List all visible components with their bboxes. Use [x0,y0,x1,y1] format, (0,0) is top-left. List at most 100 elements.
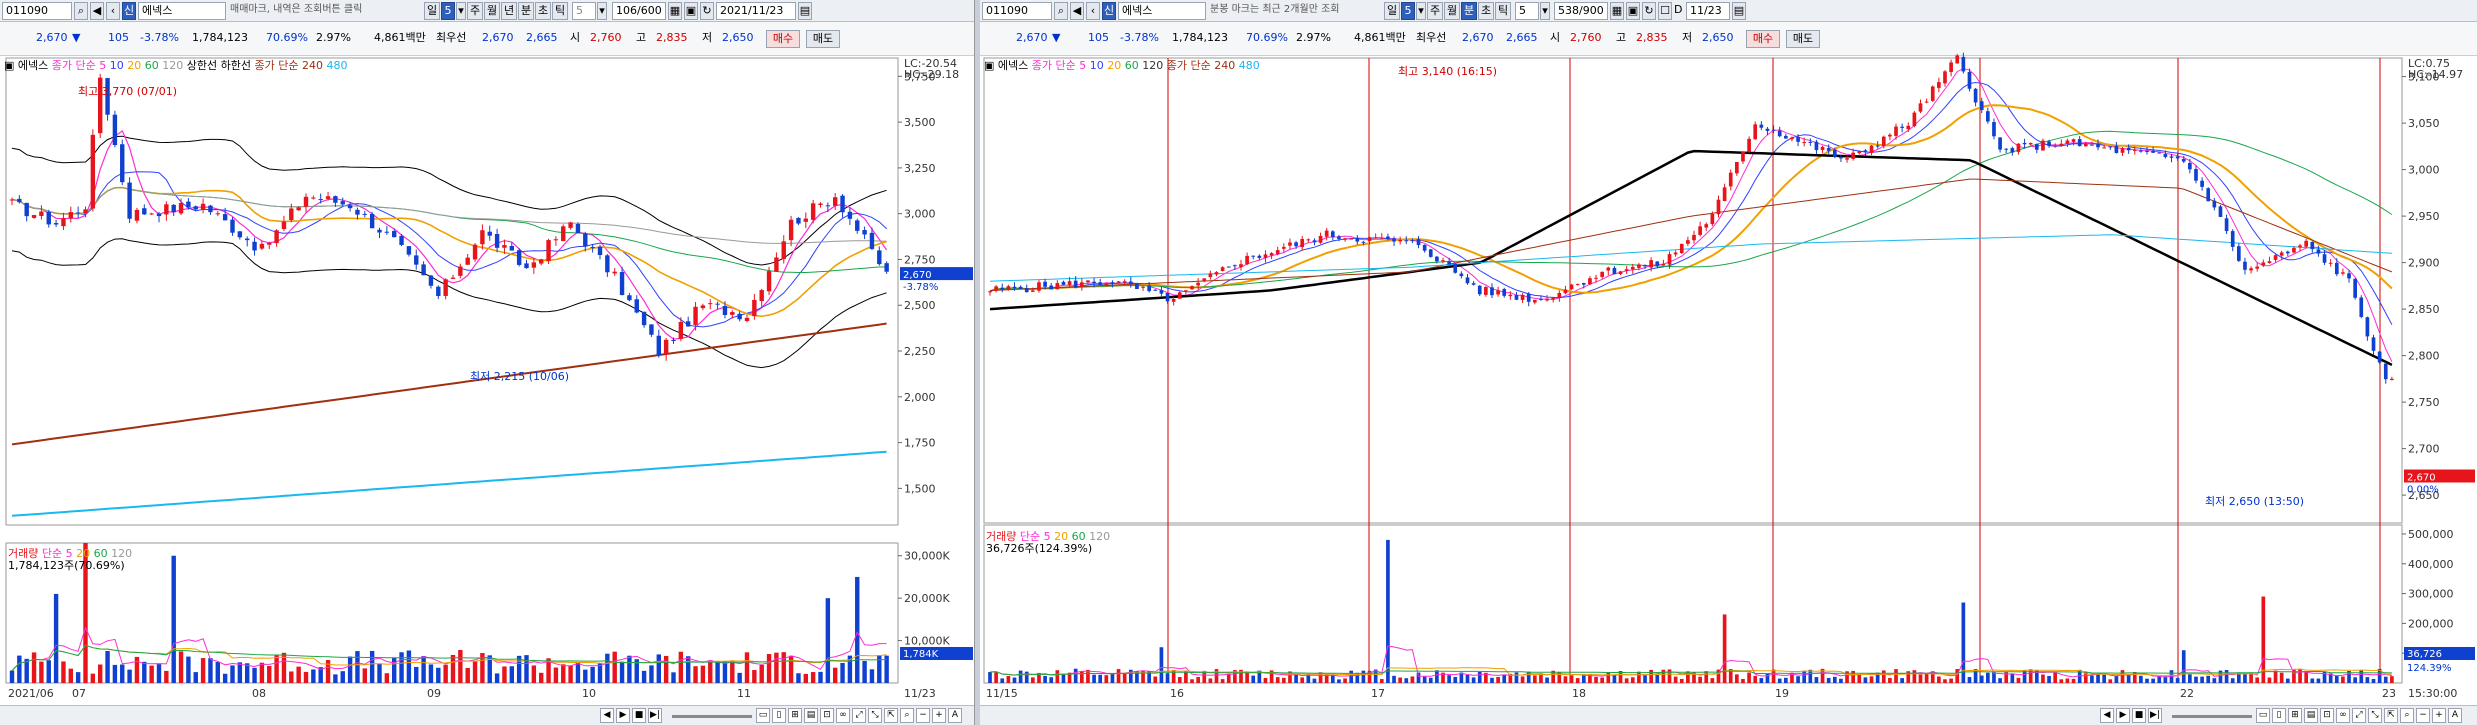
link-icon[interactable]: ∞ [836,708,850,723]
zoom-icon[interactable]: ⌕ [900,708,914,723]
minus-icon[interactable]: − [2416,708,2430,723]
candle-body [267,242,272,245]
price-pane [5,57,899,526]
scroll-left-icon[interactable]: ◀ [2100,708,2114,723]
text-tool-icon[interactable]: A [948,708,962,723]
plus-icon[interactable]: + [2432,708,2446,723]
candle-body [458,266,463,276]
scroll-stop-icon[interactable]: ■ [2132,708,2146,723]
candle-body [171,204,176,213]
volume-bar [68,668,74,683]
volume-bar [1814,677,1819,683]
candle-body [1973,88,1978,103]
plus-icon[interactable]: + [932,708,946,723]
tool-icon[interactable]: ▯ [2272,708,2286,723]
tool-icon[interactable]: ▤ [2304,708,2318,723]
volume-bar [296,666,301,683]
candle-body [1459,273,1464,277]
candle-body [391,231,397,238]
candle-body [1300,238,1305,248]
volume-bar [1937,676,1941,683]
volume-bar [1759,678,1764,683]
candle-body [1826,148,1831,151]
scroll-bar[interactable]: ◀ ▶ ■ ▶| ▭ ▯ ⊞ ▤ ⊡ ∞ ⤢ ⤡ ⇱ ⌕ − + A [0,705,974,725]
tool-icon[interactable]: ▤ [804,708,818,723]
legend-checkbox[interactable]: ▣ [984,59,994,72]
candle-body [1239,264,1243,268]
volume-bar [1520,676,1525,683]
tool-icon[interactable]: ⤢ [852,708,866,723]
link-icon[interactable]: ∞ [2336,708,2350,723]
candle-body [1839,157,1843,159]
volume-bar [200,658,206,683]
volume-bar [619,661,625,683]
volume-bar [2243,674,2247,683]
candle-body [1563,289,1568,294]
scroll-left-icon[interactable]: ◀ [600,708,614,723]
scroll-stop-icon[interactable]: ■ [632,708,646,723]
candle-body [2169,156,2174,158]
scroll-end-icon[interactable]: ▶| [2148,708,2162,723]
tool-icon[interactable]: ⇱ [2384,708,2398,723]
volume-bar [2126,674,2131,683]
minus-icon[interactable]: − [916,708,930,723]
candle-body [1747,138,1751,152]
price-tick-label: 2,900 [2408,257,2440,270]
candle-body [509,246,515,251]
volume-bar [1986,672,1990,683]
candle-body [1624,269,1629,271]
candle-body [222,214,228,221]
zoom-icon[interactable]: ⌕ [2400,708,2414,723]
candle-body [1496,290,1500,295]
zoom-slider[interactable] [2172,715,2252,718]
tool-icon[interactable]: ⇱ [884,708,898,723]
volume-bar [2114,676,2119,683]
volume-bar [1428,677,1433,683]
candle-body [244,238,250,241]
volume-bar [369,650,375,683]
volume-bar [1979,675,1984,683]
candle-body [340,201,345,205]
volume-bar [1496,676,1500,683]
high-annotation: 최고 3,770 (07/01) [78,85,177,98]
candle-body [2181,159,2186,162]
scroll-right-icon[interactable]: ▶ [2116,708,2130,723]
candle-body [2249,268,2253,271]
tool-icon[interactable]: ▯ [772,708,786,723]
legend-checkbox[interactable]: ▣ [4,59,14,72]
candle-body [1992,122,1996,137]
candle-body [347,205,353,209]
volume-bar [561,664,566,683]
volume-bar [524,655,529,683]
tool-icon[interactable]: ▭ [756,708,770,723]
tool-icon[interactable]: ⊞ [2288,708,2302,723]
scroll-end-icon[interactable]: ▶| [648,708,662,723]
volume-bar [1031,677,1035,683]
text-tool-icon[interactable]: A [2448,708,2462,723]
candle-body [1679,243,1684,254]
volume-bar [605,653,610,683]
tool-icon[interactable]: ⤡ [868,708,882,723]
scroll-bar[interactable]: ◀ ▶ ■ ▶| ▭ ▯ ⊞ ▤ ⊡ ∞ ⤢ ⤡ ⇱ ⌕ − + A [980,705,2477,725]
tool-icon[interactable]: ⤢ [2352,708,2366,723]
candle-body [1104,283,1109,286]
candle-body [2096,143,2100,148]
tool-icon[interactable]: ⊞ [788,708,802,723]
zoom-slider[interactable] [672,715,752,718]
volume-bar [9,670,15,683]
candle-body [1208,273,1213,278]
candle-body [1845,158,1849,160]
minute-chart-canvas[interactable]: 3,1003,0503,0002,9502,9002,8502,8002,750… [980,0,2477,725]
tool-icon[interactable]: ⊡ [2320,708,2334,723]
candle-body [2108,146,2113,148]
volume-bar [1220,679,1225,683]
tool-icon[interactable]: ⤡ [2368,708,2382,723]
tool-icon[interactable]: ⊡ [820,708,834,723]
tool-icon[interactable]: ▭ [2256,708,2270,723]
ma60-line [989,130,2393,292]
candle-body [1220,267,1225,271]
scroll-right-icon[interactable]: ▶ [616,708,630,723]
volume-bar [671,672,676,683]
daily-chart-canvas[interactable]: 3,7503,5003,2503,0002,7502,5002,2502,000… [0,0,975,725]
volume-bar [333,674,338,683]
